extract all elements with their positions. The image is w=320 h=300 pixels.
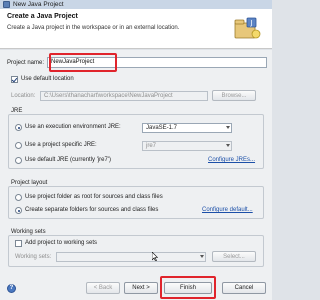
java-project-wizard-icon: J	[234, 17, 261, 39]
eclipse-app-icon	[3, 1, 10, 8]
use-default-location-checkbox[interactable]	[11, 76, 18, 83]
chevron-down-icon	[226, 126, 230, 129]
jre-specific-label: Use a project specific JRE:	[25, 142, 97, 148]
wizard-header: Create a Java Project Create a Java proj…	[0, 9, 272, 49]
working-sets-select[interactable]	[56, 252, 206, 262]
svg-text:J: J	[249, 19, 252, 27]
next-button[interactable]: Next >	[124, 282, 158, 294]
layout-root-radio[interactable]	[15, 194, 22, 201]
title-bar: New Java Project	[0, 0, 272, 9]
jre-default-label: Use default JRE (currently 'jre7')	[25, 157, 111, 163]
help-icon[interactable]: ?	[7, 284, 16, 293]
jre-env-label: Use an execution environment JRE:	[25, 124, 121, 130]
layout-separate-radio[interactable]	[15, 207, 22, 214]
browse-button[interactable]: Browse...	[212, 90, 256, 101]
chevron-down-icon	[226, 144, 230, 147]
jre-env-select[interactable]: JavaSE-1.7	[142, 123, 232, 133]
location-input[interactable]: C:\Users\thanachart\workspace\NewJavaPro…	[40, 91, 208, 101]
jre-specific-select[interactable]: jre7	[142, 141, 232, 151]
jre-specific-select-value: jre7	[146, 143, 157, 149]
location-label: Location:	[11, 93, 36, 99]
add-to-working-sets-label: Add project to working sets	[25, 240, 98, 246]
jre-env-select-value: JavaSE-1.7	[146, 125, 178, 131]
working-sets-label: Working sets:	[15, 254, 52, 260]
chevron-down-icon	[200, 255, 204, 258]
layout-separate-label: Create separate folders for sources and …	[25, 207, 159, 213]
jre-env-radio[interactable]	[15, 124, 22, 131]
layout-group	[8, 186, 264, 219]
select-working-sets-button[interactable]: Select...	[212, 251, 256, 262]
project-name-label: Project name:	[7, 60, 45, 66]
finish-button[interactable]: Finish	[164, 282, 212, 294]
wizard-title: Create a Java Project	[7, 13, 78, 20]
configure-default-link[interactable]: Configure default...	[202, 207, 253, 213]
use-default-location-label: Use default location	[21, 76, 74, 82]
add-to-working-sets-checkbox[interactable]	[15, 240, 22, 247]
mouse-cursor-icon	[152, 252, 158, 261]
jre-default-radio[interactable]	[15, 157, 22, 164]
window-title: New Java Project	[13, 1, 64, 8]
cancel-button[interactable]: Cancel	[222, 282, 266, 294]
jre-specific-radio[interactable]	[15, 142, 22, 149]
wizard-description: Create a Java project in the workspace o…	[7, 25, 180, 31]
layout-root-label: Use project folder as root for sources a…	[25, 194, 163, 200]
configure-jres-link[interactable]: Configure JREs...	[208, 157, 255, 163]
back-button[interactable]: < Back	[86, 282, 120, 294]
project-name-input[interactable]: NewJavaProject	[47, 57, 267, 68]
